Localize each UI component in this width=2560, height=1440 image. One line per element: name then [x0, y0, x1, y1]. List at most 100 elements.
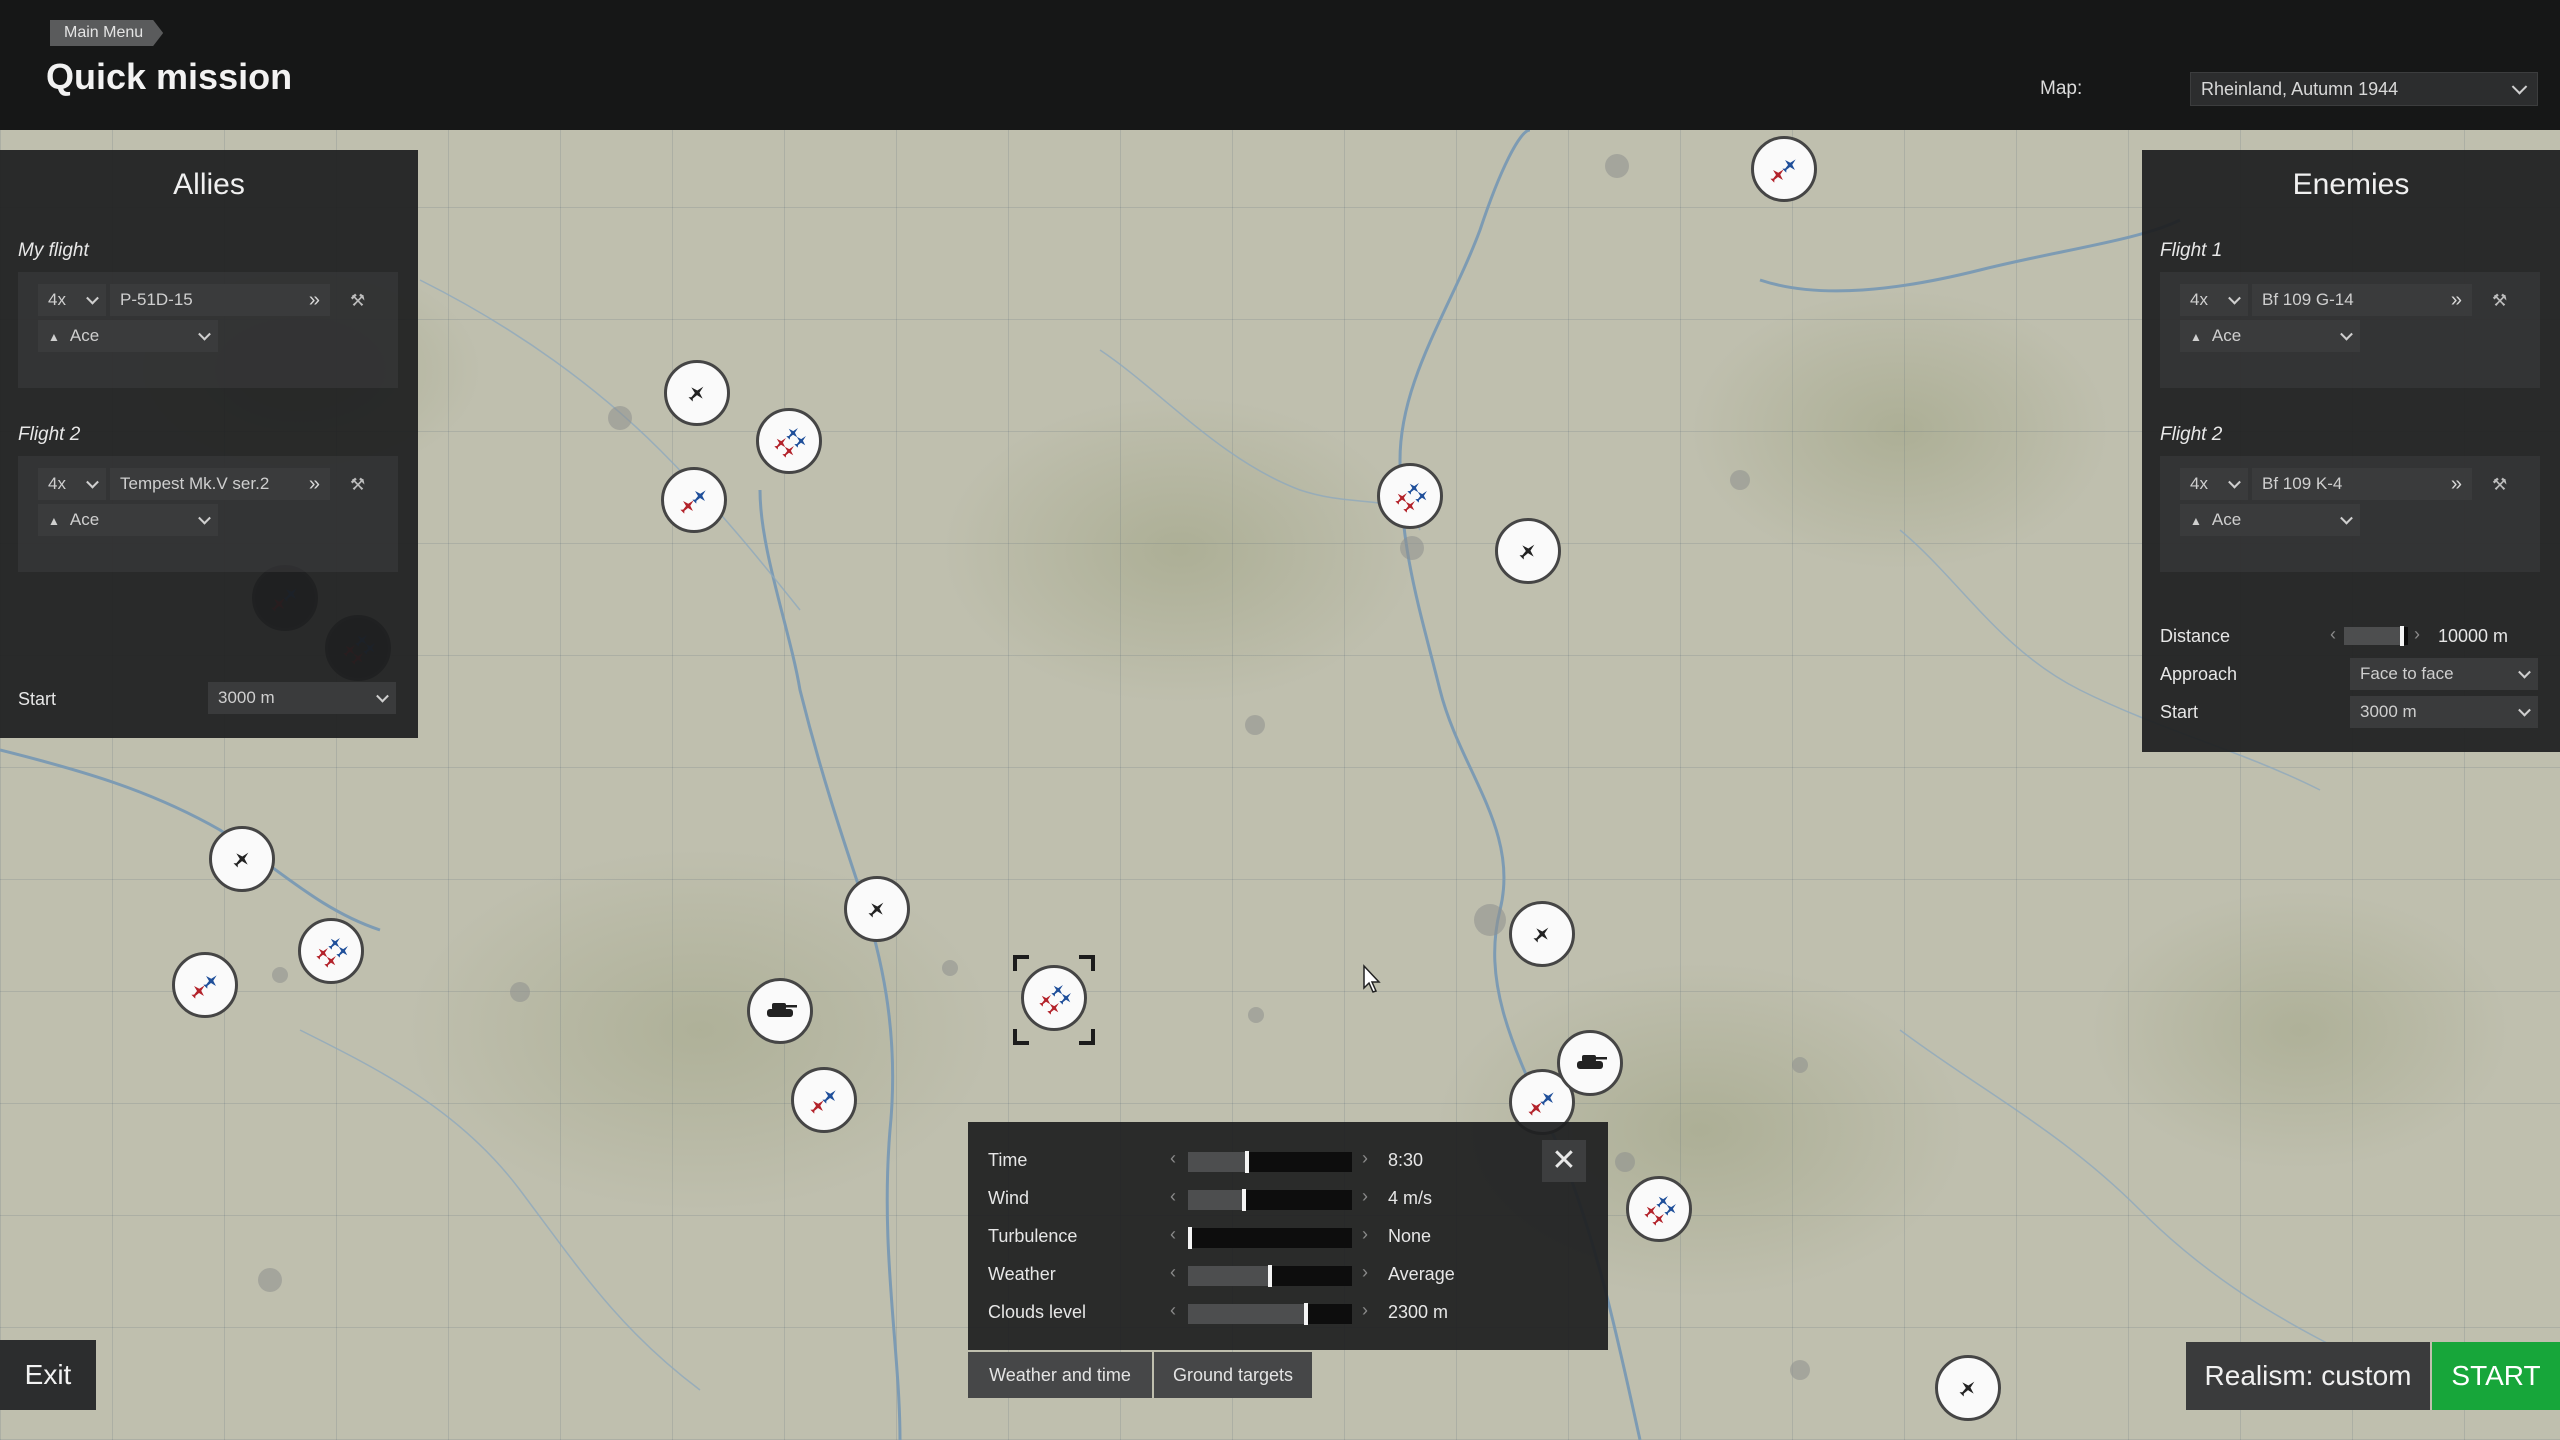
slider-track[interactable]	[1188, 1265, 1352, 1287]
slider-fill	[1188, 1152, 1247, 1172]
selection-bracket	[1013, 955, 1095, 1045]
distance-thumb[interactable]	[2400, 626, 2404, 646]
exit-button[interactable]: Exit	[0, 1340, 96, 1410]
double-chevron-right-icon: »	[308, 289, 320, 311]
skill-select[interactable]: ▲ Ace	[2180, 504, 2360, 536]
chevron-down-icon	[86, 475, 99, 489]
weather-row-label: Time	[988, 1150, 1028, 1170]
page-title: Quick mission	[46, 56, 293, 97]
map-unit-marker-mixed-pair[interactable]	[172, 952, 238, 1018]
plane-group-icon	[1644, 1196, 1676, 1226]
weather-row-value: None	[1388, 1226, 1432, 1246]
aircraft-select[interactable]: Bf 109 G-14 »	[2252, 284, 2472, 316]
map-unit-marker-mixed-group[interactable]	[1377, 463, 1443, 529]
flight-count-select[interactable]: 4x	[2180, 468, 2248, 500]
arrow-left-icon[interactable]: ‹	[1170, 1300, 1176, 1321]
wrench-icon[interactable]: ⚒	[350, 476, 368, 494]
plane-pair-icon	[1770, 159, 1796, 183]
map-unit-marker-enemy-single[interactable]	[844, 876, 910, 942]
wrench-icon[interactable]: ⚒	[350, 292, 368, 310]
skill-select[interactable]: ▲ Ace	[38, 320, 218, 352]
flight-label: My flight	[18, 240, 89, 261]
weather-row-value: 2300 m	[1388, 1302, 1449, 1322]
double-chevron-right-icon: »	[308, 473, 320, 495]
arrow-right-icon[interactable]: ›	[1362, 1262, 1368, 1283]
weather-row-label: Turbulence	[988, 1226, 1078, 1246]
realism-button[interactable]: Realism: custom	[2186, 1342, 2430, 1410]
arrow-right-icon[interactable]: ›	[1362, 1186, 1368, 1207]
map-unit-marker-mixed-pair[interactable]	[1751, 136, 1817, 202]
tab-ground-targets[interactable]: Ground targets	[1154, 1352, 1312, 1398]
start-label: Start	[2160, 702, 2199, 722]
chevron-down-icon	[2511, 79, 2528, 95]
map-unit-marker-tank[interactable]	[747, 978, 813, 1044]
slider-track[interactable]	[1188, 1151, 1352, 1173]
map-unit-marker-enemy-single[interactable]	[664, 360, 730, 426]
start-altitude-value: 3000 m	[2360, 702, 2417, 721]
plane-pair-icon	[191, 975, 217, 999]
enemies-panel: Enemies Flight 1 4x Bf 109 G-14» ⚒ ▲ Ace …	[2142, 150, 2560, 752]
close-icon[interactable]: ✕	[1542, 1140, 1586, 1182]
slider-thumb[interactable]	[1304, 1303, 1308, 1325]
aircraft-select[interactable]: Tempest Mk.V ser.2 »	[110, 468, 330, 500]
chevron-down-icon	[86, 291, 99, 305]
main-menu-breadcrumb[interactable]: Main Menu	[50, 20, 163, 46]
slider-thumb[interactable]	[1188, 1227, 1192, 1249]
approach-label: Approach	[2160, 664, 2238, 684]
tab-weather-and-time[interactable]: Weather and time	[968, 1352, 1152, 1398]
plane-icon	[233, 852, 249, 868]
map-unit-marker-enemy-single[interactable]	[1495, 518, 1561, 584]
slider-track[interactable]	[1188, 1189, 1352, 1211]
start-button[interactable]: START	[2432, 1342, 2560, 1410]
skill-select[interactable]: ▲ Ace	[38, 504, 218, 536]
map-select[interactable]: Rheinland, Autumn 1944	[2190, 72, 2538, 106]
map-unit-marker-mixed-pair[interactable]	[791, 1067, 857, 1133]
map-unit-marker-tank[interactable]	[1557, 1030, 1623, 1096]
arrow-left-icon[interactable]: ‹	[1170, 1224, 1176, 1245]
slider-thumb[interactable]	[1245, 1151, 1249, 1173]
skill-select[interactable]: ▲ Ace	[2180, 320, 2360, 352]
slider-track[interactable]	[1188, 1227, 1352, 1249]
flight-label: Flight 1	[2160, 240, 2223, 261]
flight-count-value: 4x	[2190, 290, 2208, 309]
start-label: Start	[18, 689, 57, 709]
map-unit-marker-mixed-group[interactable]	[756, 408, 822, 474]
map-unit-marker-mixed-group[interactable]	[298, 918, 364, 984]
map-unit-marker-mixed-group[interactable]	[1626, 1176, 1692, 1242]
arrow-right-icon[interactable]: ›	[1362, 1148, 1368, 1169]
skill-value: Ace	[2211, 510, 2242, 529]
aircraft-name: Bf 109 K-4	[2262, 474, 2343, 493]
aircraft-name: P-51D-15	[120, 290, 193, 309]
rank-up-icon: ▲	[2190, 514, 2202, 528]
aircraft-select[interactable]: P-51D-15 »	[110, 284, 330, 316]
map-unit-marker-enemy-single[interactable]	[1935, 1355, 2001, 1421]
plane-icon	[688, 386, 704, 402]
slider-thumb[interactable]	[1242, 1189, 1246, 1211]
wrench-icon[interactable]: ⚒	[2492, 476, 2510, 494]
slider-track[interactable]	[1188, 1303, 1352, 1325]
slider-thumb[interactable]	[1268, 1265, 1272, 1287]
arrow-right-icon[interactable]: ›	[1362, 1300, 1368, 1321]
flight-count-select[interactable]: 4x	[2180, 284, 2248, 316]
arrow-left-icon[interactable]: ‹	[1170, 1148, 1176, 1169]
chevron-down-icon	[2228, 475, 2241, 489]
aircraft-select[interactable]: Bf 109 K-4 »	[2252, 468, 2472, 500]
map-unit-marker-enemy-single[interactable]	[209, 826, 275, 892]
arrow-left-icon[interactable]: ‹	[1170, 1262, 1176, 1283]
distance-track	[2344, 626, 2408, 646]
map-unit-marker-enemy-single[interactable]	[1509, 901, 1575, 967]
distance-slider[interactable]: ‹ › 10000 m	[2330, 624, 2540, 648]
start-altitude-select[interactable]: 3000 m	[208, 682, 396, 714]
arrow-right-icon[interactable]: ›	[1362, 1224, 1368, 1245]
flight-label: Flight 2	[2160, 424, 2223, 445]
flight-count-select[interactable]: 4x	[38, 468, 106, 500]
flight-count-select[interactable]: 4x	[38, 284, 106, 316]
tank-icon	[767, 1003, 797, 1017]
double-chevron-right-icon: »	[2450, 473, 2462, 495]
arrow-left-icon[interactable]: ‹	[1170, 1186, 1176, 1207]
wrench-icon[interactable]: ⚒	[2492, 292, 2510, 310]
double-chevron-right-icon: »	[2450, 289, 2462, 311]
approach-select[interactable]: Face to face	[2350, 658, 2538, 690]
start-altitude-select[interactable]: 3000 m	[2350, 696, 2538, 728]
map-unit-marker-mixed-pair[interactable]	[661, 467, 727, 533]
